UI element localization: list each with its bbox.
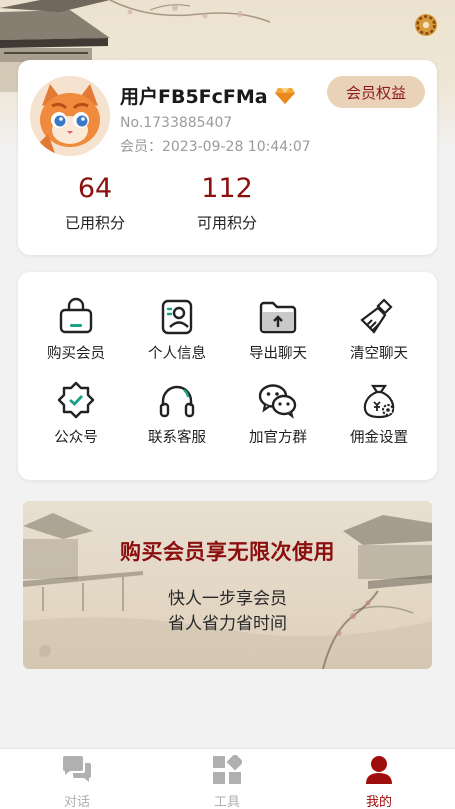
menu-item-clear-chat[interactable]: 清空聊天 xyxy=(334,296,424,363)
profile-card: 用户FB5FcFMa No.1733885407 会员：2023-09-28 1… xyxy=(18,60,437,255)
menu-item-label: 清空聊天 xyxy=(350,346,408,362)
menu-item-label: 联系客服 xyxy=(148,430,206,446)
folder-upload-icon xyxy=(259,301,297,334)
promo-banner[interactable]: 购买会员享无限次使用 快人一步享会员 省人省力省时间 xyxy=(23,501,432,669)
menu-item-commission-settings[interactable]: 佣金设置 xyxy=(334,380,424,447)
grid-tools-icon xyxy=(213,753,244,784)
menu-item-official-account[interactable]: 公众号 xyxy=(31,380,121,447)
member-benefits-button[interactable]: 会员权益 xyxy=(327,76,425,108)
menu-item-label: 公众号 xyxy=(54,430,98,446)
bottom-tab-bar: 对话 工具 我的 xyxy=(0,748,455,809)
used-points-value: 64 xyxy=(77,173,113,204)
shopping-bag-icon xyxy=(59,297,93,334)
menu-item-profile-info[interactable]: 个人信息 xyxy=(132,296,222,363)
cat-avatar-image xyxy=(30,76,110,156)
available-points-value: 112 xyxy=(201,173,253,204)
available-points-label: 可用积分 xyxy=(196,214,257,232)
money-bag-gear-icon xyxy=(363,384,395,419)
banner-subtitle-line-2: 省人省力省时间 xyxy=(168,614,287,634)
menu-item-join-group[interactable]: 加官方群 xyxy=(233,380,323,447)
menu-item-label: 加官方群 xyxy=(249,430,307,446)
menu-card: 购买会员 个人信息 导出聊天 清空聊天 公众号 联系客服 加官方群 佣金设置 xyxy=(18,272,437,480)
tab-mine[interactable]: 我的 xyxy=(339,755,419,809)
id-card-icon xyxy=(161,299,193,335)
tab-chat[interactable]: 对话 xyxy=(37,755,117,809)
tab-label: 我的 xyxy=(365,795,392,809)
menu-item-export-chat[interactable]: 导出聊天 xyxy=(233,296,323,363)
tab-label: 对话 xyxy=(63,795,90,809)
user-number: No.1733885407 xyxy=(120,115,233,131)
verified-badge-icon xyxy=(57,381,95,419)
broom-icon xyxy=(360,298,393,334)
banner-title: 购买会员享无限次使用 xyxy=(120,540,335,564)
wechat-icon xyxy=(258,384,297,419)
used-points-label: 已用积分 xyxy=(64,214,125,232)
avatar[interactable] xyxy=(30,76,110,156)
settings-button[interactable] xyxy=(413,12,445,44)
username-text: 用户FB5FcFMa xyxy=(120,86,268,108)
menu-item-label: 导出聊天 xyxy=(249,346,307,362)
member-since: 会员：2023-09-28 10:44:07 xyxy=(120,139,311,155)
tab-label: 工具 xyxy=(213,795,240,809)
menu-item-buy-membership[interactable]: 购买会员 xyxy=(31,296,121,363)
gear-icon xyxy=(415,14,437,36)
chat-bubbles-icon xyxy=(63,756,91,782)
banner-subtitle-line-1: 快人一步享会员 xyxy=(168,589,287,609)
menu-item-label: 个人信息 xyxy=(148,346,206,362)
used-points-stat[interactable]: 64 已用积分 xyxy=(35,172,155,233)
available-points-stat[interactable]: 112 可用积分 xyxy=(167,172,287,233)
menu-item-customer-service[interactable]: 联系客服 xyxy=(132,380,222,447)
menu-item-label: 佣金设置 xyxy=(350,430,408,446)
user-icon xyxy=(366,756,392,784)
username: 用户FB5FcFMa xyxy=(120,82,296,109)
headset-icon xyxy=(159,385,195,418)
menu-item-label: 购买会员 xyxy=(47,346,105,362)
diamond-icon xyxy=(274,87,295,104)
tab-tools[interactable]: 工具 xyxy=(187,753,267,809)
